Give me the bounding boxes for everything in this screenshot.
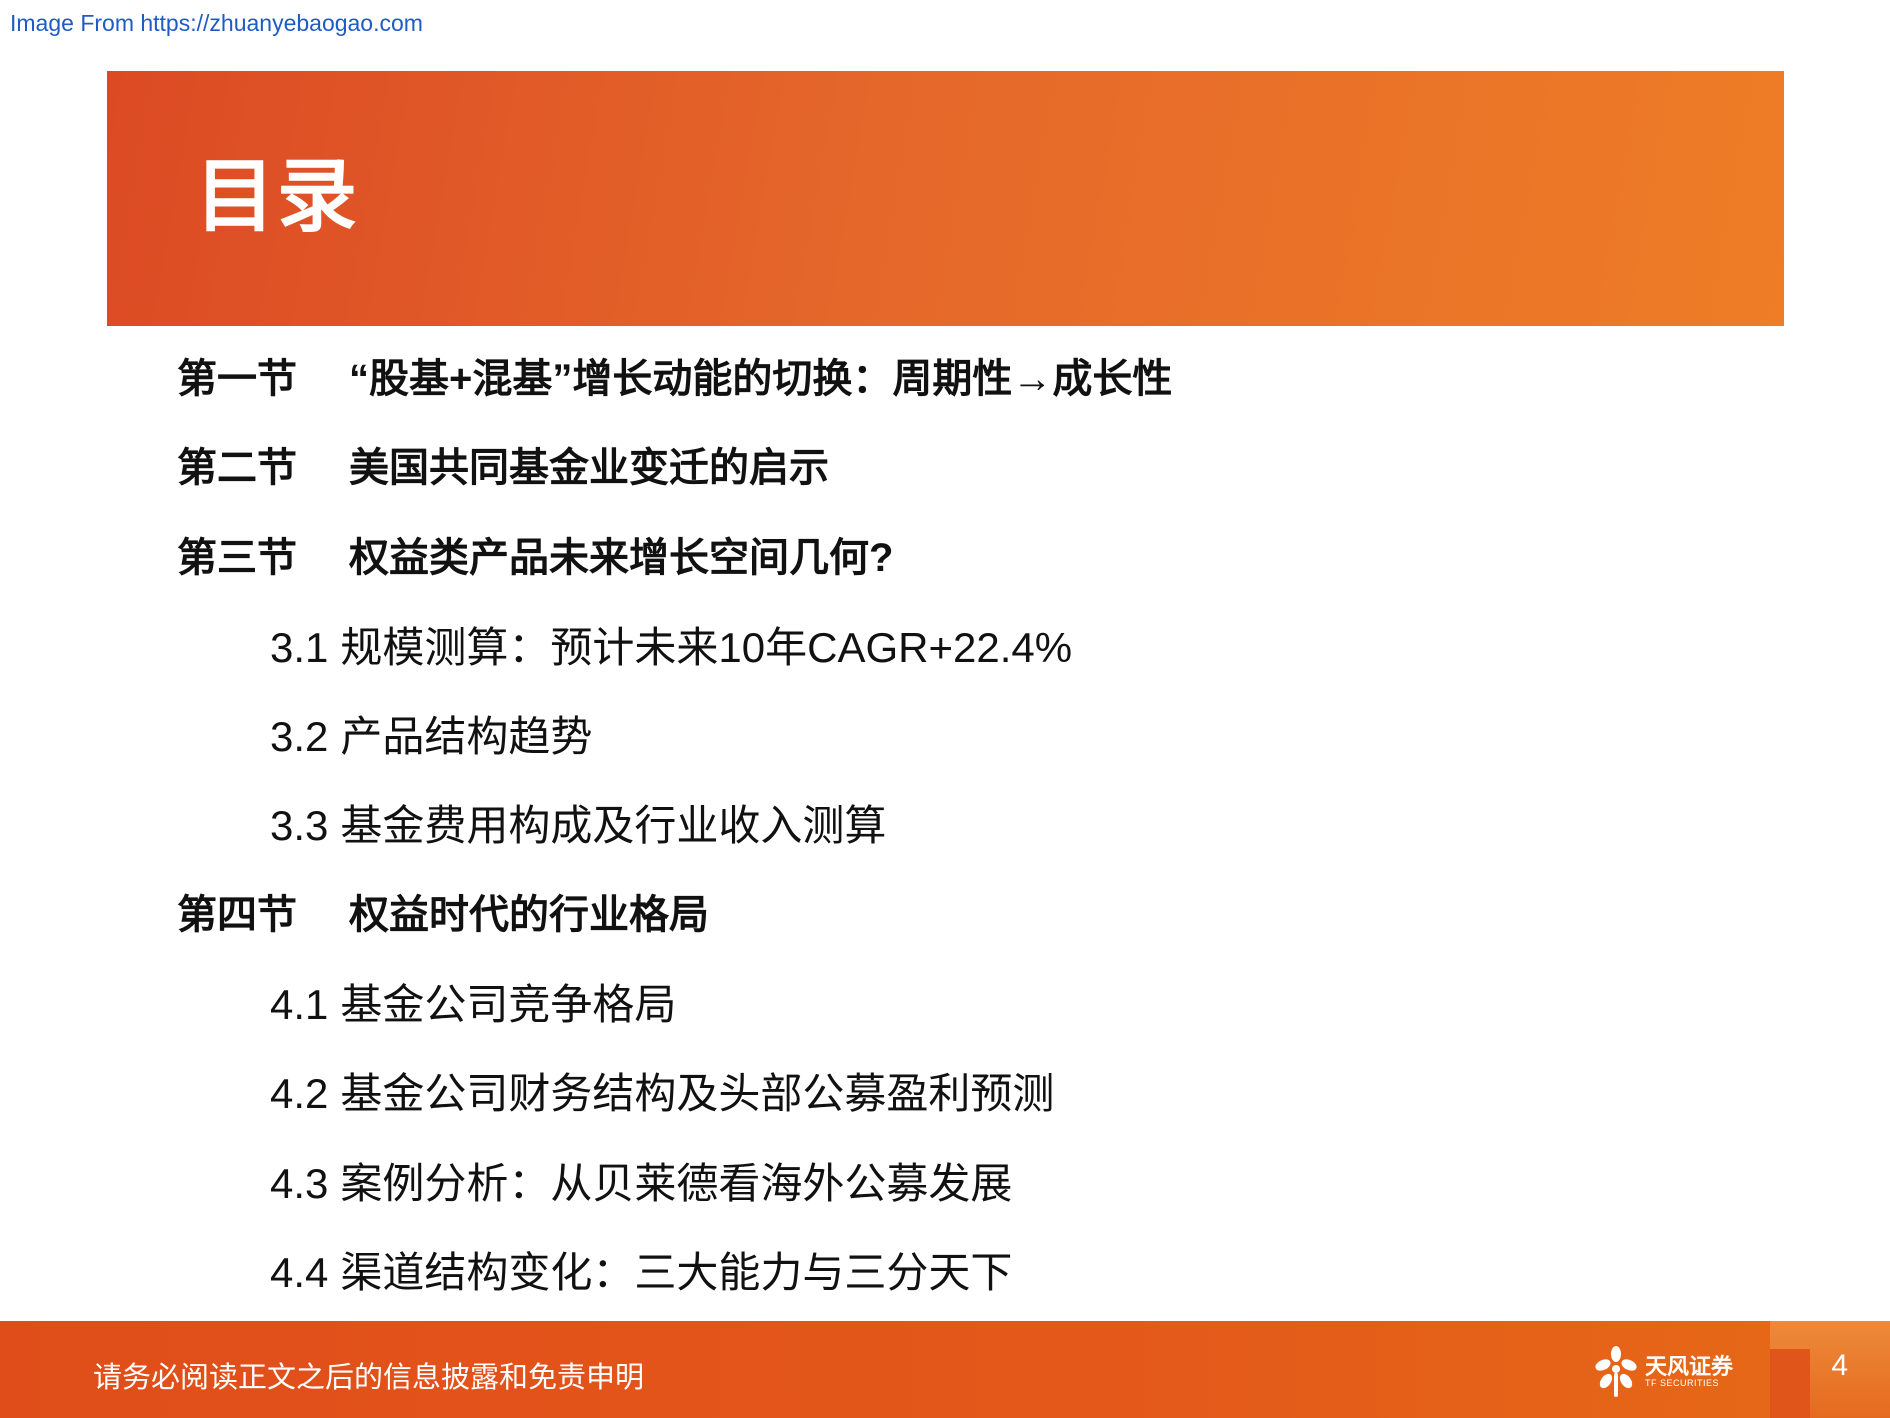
toc-subsection-number: 3.1 — [270, 624, 329, 671]
toc-subsection-title: 基金公司财务结构及头部公募盈利预测 — [340, 1070, 1055, 1117]
toc-subsection-4-4: 4.4 渠道结构变化：三大能力与三分天下 — [270, 1252, 1012, 1294]
toc-subsection-title: 渠道结构变化：三大能力与三分天下 — [340, 1249, 1013, 1296]
toc-section-number: 第二节 — [177, 446, 297, 490]
page-number-block: 4 — [1770, 1321, 1890, 1418]
source-link[interactable]: Image From https://zhuanyebaogao.com — [10, 10, 423, 37]
toc-section-2: 第二节 美国共同基金业变迁的启示 — [177, 448, 829, 488]
toc-subsection-title: 产品结构趋势 — [340, 713, 593, 760]
toc-subsection-number: 3.2 — [270, 713, 329, 760]
toc-section-number: 第三节 — [177, 536, 297, 580]
logo-name-en: TF SECURITIES — [1645, 1378, 1720, 1389]
toc-section-title: 美国共同基金业变迁的启示 — [349, 446, 829, 490]
toc-subsection-title: 规模测算：预计未来10年CAGR+22.4% — [340, 624, 1073, 671]
toc-section-title: 权益时代的行业格局 — [349, 893, 709, 937]
toc-subsection-title: 基金费用构成及行业收入测算 — [340, 802, 887, 849]
toc-subsection-4-1: 4.1 基金公司竞争格局 — [270, 984, 676, 1026]
toc-subsection-title: 基金公司竞争格局 — [340, 981, 677, 1028]
toc-subsection-number: 3.3 — [270, 802, 329, 849]
toc-section-4: 第四节 权益时代的行业格局 — [177, 895, 709, 935]
flower-logo-icon — [1595, 1346, 1637, 1397]
toc-subsection-4-2: 4.2 基金公司财务结构及头部公募盈利预测 — [270, 1073, 1054, 1115]
toc-section-3: 第三节 权益类产品未来增长空间几何? — [177, 538, 893, 578]
toc-subsection-number: 4.4 — [270, 1249, 329, 1296]
header-banner: 目录 — [107, 71, 1784, 326]
toc-subsection-3-2: 3.2 产品结构趋势 — [270, 716, 592, 758]
toc-subsection-title: 案例分析：从贝莱德看海外公募发展 — [340, 1160, 1013, 1207]
toc-subsection-number: 4.2 — [270, 1070, 329, 1117]
footer-bar: 请务必阅读正文之后的信息披露和免责申明 天风证券 TF SECURITIES 4 — [0, 1321, 1890, 1418]
logo-wordmark: 天风证券 TF SECURITIES — [1645, 1353, 1734, 1389]
footer-disclaimer: 请务必阅读正文之后的信息披露和免责申明 — [93, 1362, 645, 1394]
page-number: 4 — [1831, 1349, 1848, 1382]
toc-subsection-4-3: 4.3 案例分析：从贝莱德看海外公募发展 — [270, 1163, 1012, 1205]
toc-section-number: 第一节 — [177, 357, 297, 401]
logo-name-cn: 天风证券 — [1645, 1353, 1734, 1379]
company-logo: 天风证券 TF SECURITIES — [1593, 1341, 1743, 1403]
toc-subsection-number: 4.3 — [270, 1160, 329, 1207]
toc-subsection-number: 4.1 — [270, 981, 329, 1028]
toc-subsection-3-1: 3.1 规模测算：预计未来10年CAGR+22.4% — [270, 627, 1072, 669]
toc-section-title: 权益类产品未来增长空间几何? — [349, 536, 894, 580]
page-title: 目录 — [195, 152, 359, 241]
toc-subsection-3-3: 3.3 基金费用构成及行业收入测算 — [270, 805, 886, 847]
toc-section-title: “股基+混基”增长动能的切换：周期性→成长性 — [349, 357, 1173, 401]
page-block-accent — [1770, 1349, 1810, 1418]
toc-section-number: 第四节 — [177, 893, 297, 937]
toc-section-1: 第一节 “股基+混基”增长动能的切换：周期性→成长性 — [177, 359, 1172, 399]
